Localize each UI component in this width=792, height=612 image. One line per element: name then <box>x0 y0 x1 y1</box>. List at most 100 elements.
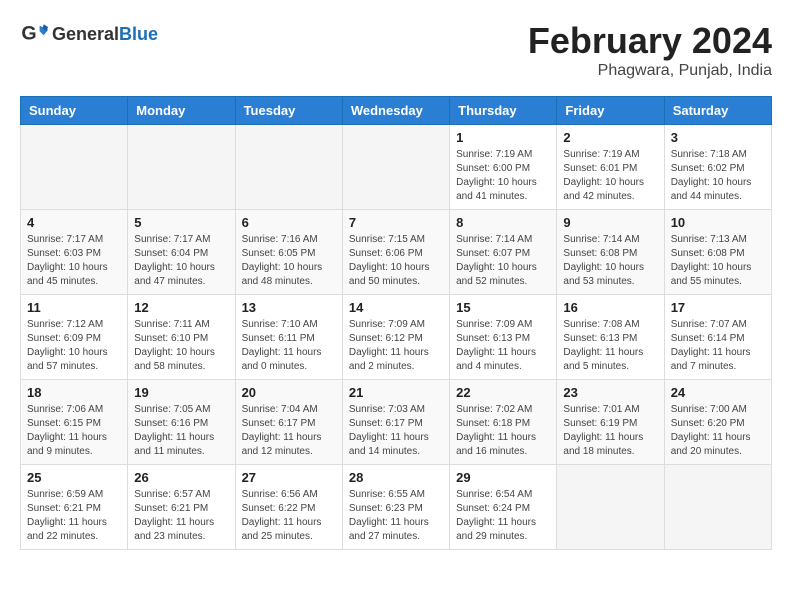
day-info: Sunrise: 6:57 AM Sunset: 6:21 PM Dayligh… <box>134 488 228 544</box>
weekday-header-thursday: Thursday <box>450 97 557 125</box>
calendar-cell: 25 Sunrise: 6:59 AM Sunset: 6:21 PM Dayli… <box>21 465 128 550</box>
calendar-cell <box>128 125 235 210</box>
calendar-cell: 2 Sunrise: 7:19 AM Sunset: 6:01 PM Daylig… <box>557 125 664 210</box>
day-number: 3 <box>671 130 765 145</box>
location-subtitle: Phagwara, Punjab, India <box>528 62 772 80</box>
weekday-header-row: SundayMondayTuesdayWednesdayThursdayFrid… <box>21 97 772 125</box>
day-info: Sunrise: 6:54 AM Sunset: 6:24 PM Dayligh… <box>456 488 550 544</box>
calendar-cell: 27Sunrise: 6:56 AM Sunset: 6:22 PM Dayli… <box>235 465 342 550</box>
day-number: 27 <box>242 470 336 485</box>
day-info: Sunrise: 7:19 AM Sunset: 6:01 PM Dayligh… <box>563 148 657 204</box>
day-info: Sunrise: 7:12 AM Sunset: 6:09 PM Dayligh… <box>27 318 121 374</box>
day-info: Sunrise: 7:04 AM Sunset: 6:17 PM Dayligh… <box>242 403 336 459</box>
day-info: Sunrise: 7:07 AM Sunset: 6:14 PM Dayligh… <box>671 318 765 374</box>
day-info: Sunrise: 7:09 AM Sunset: 6:12 PM Dayligh… <box>349 318 443 374</box>
calendar-cell: 9Sunrise: 7:14 AM Sunset: 6:08 PM Daylig… <box>557 210 664 295</box>
day-number: 13 <box>242 300 336 315</box>
day-number: 28 <box>349 470 443 485</box>
calendar-cell: 20 Sunrise: 7:04 AM Sunset: 6:17 PM Dayli… <box>235 380 342 465</box>
calendar-cell: 21 Sunrise: 7:03 AM Sunset: 6:17 PM Dayli… <box>342 380 449 465</box>
calendar-cell: 7Sunrise: 7:15 AM Sunset: 6:06 PM Daylig… <box>342 210 449 295</box>
logo-blue: Blue <box>119 24 158 45</box>
day-info: Sunrise: 7:03 AM Sunset: 6:17 PM Dayligh… <box>349 403 443 459</box>
day-info: Sunrise: 7:14 AM Sunset: 6:07 PM Dayligh… <box>456 233 550 289</box>
calendar-cell: 12 Sunrise: 7:11 AM Sunset: 6:10 PM Dayli… <box>128 295 235 380</box>
day-info: Sunrise: 7:11 AM Sunset: 6:10 PM Dayligh… <box>134 318 228 374</box>
day-number: 21 <box>349 385 443 400</box>
calendar-cell: 17 Sunrise: 7:07 AM Sunset: 6:14 PM Dayli… <box>664 295 771 380</box>
day-info: Sunrise: 7:10 AM Sunset: 6:11 PM Dayligh… <box>242 318 336 374</box>
calendar-cell: 11 Sunrise: 7:12 AM Sunset: 6:09 PM Dayli… <box>21 295 128 380</box>
day-number: 22 <box>456 385 550 400</box>
day-number: 20 <box>242 385 336 400</box>
calendar-body: 1Sunrise: 7:19 AM Sunset: 6:00 PM Daylig… <box>21 125 772 550</box>
day-info: Sunrise: 7:17 AM Sunset: 6:03 PM Dayligh… <box>27 233 121 289</box>
logo: G General Blue <box>20 20 158 48</box>
day-number: 5 <box>134 215 228 230</box>
day-number: 18 <box>27 385 121 400</box>
day-info: Sunrise: 7:16 AM Sunset: 6:05 PM Dayligh… <box>242 233 336 289</box>
day-number: 6 <box>242 215 336 230</box>
calendar-cell: 23 Sunrise: 7:01 AM Sunset: 6:19 PM Dayli… <box>557 380 664 465</box>
day-info: Sunrise: 7:17 AM Sunset: 6:04 PM Dayligh… <box>134 233 228 289</box>
calendar-cell: 10 Sunrise: 7:13 AM Sunset: 6:08 PM Dayli… <box>664 210 771 295</box>
day-info: Sunrise: 7:13 AM Sunset: 6:08 PM Dayligh… <box>671 233 765 289</box>
svg-text:G: G <box>21 23 36 45</box>
calendar-week-5: 25 Sunrise: 6:59 AM Sunset: 6:21 PM Dayli… <box>21 465 772 550</box>
day-info: Sunrise: 6:59 AM Sunset: 6:21 PM Dayligh… <box>27 488 121 544</box>
calendar-cell <box>664 465 771 550</box>
calendar-table: SundayMondayTuesdayWednesdayThursdayFrid… <box>20 96 772 550</box>
day-number: 23 <box>563 385 657 400</box>
calendar-cell: 1Sunrise: 7:19 AM Sunset: 6:00 PM Daylig… <box>450 125 557 210</box>
calendar-cell: 26 Sunrise: 6:57 AM Sunset: 6:21 PM Dayli… <box>128 465 235 550</box>
day-number: 14 <box>349 300 443 315</box>
weekday-header-sunday: Sunday <box>21 97 128 125</box>
calendar-cell: 24Sunrise: 7:00 AM Sunset: 6:20 PM Dayli… <box>664 380 771 465</box>
day-info: Sunrise: 7:06 AM Sunset: 6:15 PM Dayligh… <box>27 403 121 459</box>
day-number: 7 <box>349 215 443 230</box>
day-number: 26 <box>134 470 228 485</box>
logo-general: General <box>52 24 119 45</box>
calendar-week-3: 11 Sunrise: 7:12 AM Sunset: 6:09 PM Dayli… <box>21 295 772 380</box>
calendar-cell: 18 Sunrise: 7:06 AM Sunset: 6:15 PM Dayli… <box>21 380 128 465</box>
calendar-cell: 19 Sunrise: 7:05 AM Sunset: 6:16 PM Dayli… <box>128 380 235 465</box>
weekday-header-tuesday: Tuesday <box>235 97 342 125</box>
weekday-header-wednesday: Wednesday <box>342 97 449 125</box>
weekday-header-friday: Friday <box>557 97 664 125</box>
day-info: Sunrise: 7:09 AM Sunset: 6:13 PM Dayligh… <box>456 318 550 374</box>
day-number: 12 <box>134 300 228 315</box>
day-number: 9 <box>563 215 657 230</box>
calendar-cell <box>21 125 128 210</box>
calendar-cell: 29 Sunrise: 6:54 AM Sunset: 6:24 PM Dayli… <box>450 465 557 550</box>
day-number: 8 <box>456 215 550 230</box>
day-number: 29 <box>456 470 550 485</box>
day-number: 10 <box>671 215 765 230</box>
calendar-cell: 8 Sunrise: 7:14 AM Sunset: 6:07 PM Daylig… <box>450 210 557 295</box>
calendar-cell <box>342 125 449 210</box>
day-number: 11 <box>27 300 121 315</box>
day-number: 19 <box>134 385 228 400</box>
calendar-cell: 16 Sunrise: 7:08 AM Sunset: 6:13 PM Dayli… <box>557 295 664 380</box>
calendar-week-2: 4Sunrise: 7:17 AM Sunset: 6:03 PM Daylig… <box>21 210 772 295</box>
day-info: Sunrise: 6:55 AM Sunset: 6:23 PM Dayligh… <box>349 488 443 544</box>
day-info: Sunrise: 7:01 AM Sunset: 6:19 PM Dayligh… <box>563 403 657 459</box>
weekday-header-monday: Monday <box>128 97 235 125</box>
day-number: 16 <box>563 300 657 315</box>
weekday-header-saturday: Saturday <box>664 97 771 125</box>
calendar-week-1: 1Sunrise: 7:19 AM Sunset: 6:00 PM Daylig… <box>21 125 772 210</box>
day-number: 25 <box>27 470 121 485</box>
calendar-cell: 15 Sunrise: 7:09 AM Sunset: 6:13 PM Dayli… <box>450 295 557 380</box>
day-info: Sunrise: 7:18 AM Sunset: 6:02 PM Dayligh… <box>671 148 765 204</box>
page-header: G General Blue February 2024 Phagwara, P… <box>20 20 772 80</box>
day-number: 15 <box>456 300 550 315</box>
day-info: Sunrise: 7:19 AM Sunset: 6:00 PM Dayligh… <box>456 148 550 204</box>
day-number: 2 <box>563 130 657 145</box>
day-info: Sunrise: 7:00 AM Sunset: 6:20 PM Dayligh… <box>671 403 765 459</box>
calendar-cell <box>557 465 664 550</box>
calendar-cell: 13 Sunrise: 7:10 AM Sunset: 6:11 PM Dayli… <box>235 295 342 380</box>
day-number: 17 <box>671 300 765 315</box>
day-info: Sunrise: 7:05 AM Sunset: 6:16 PM Dayligh… <box>134 403 228 459</box>
title-area: February 2024 Phagwara, Punjab, India <box>528 20 772 80</box>
day-info: Sunrise: 7:08 AM Sunset: 6:13 PM Dayligh… <box>563 318 657 374</box>
calendar-cell: 3 Sunrise: 7:18 AM Sunset: 6:02 PM Daylig… <box>664 125 771 210</box>
